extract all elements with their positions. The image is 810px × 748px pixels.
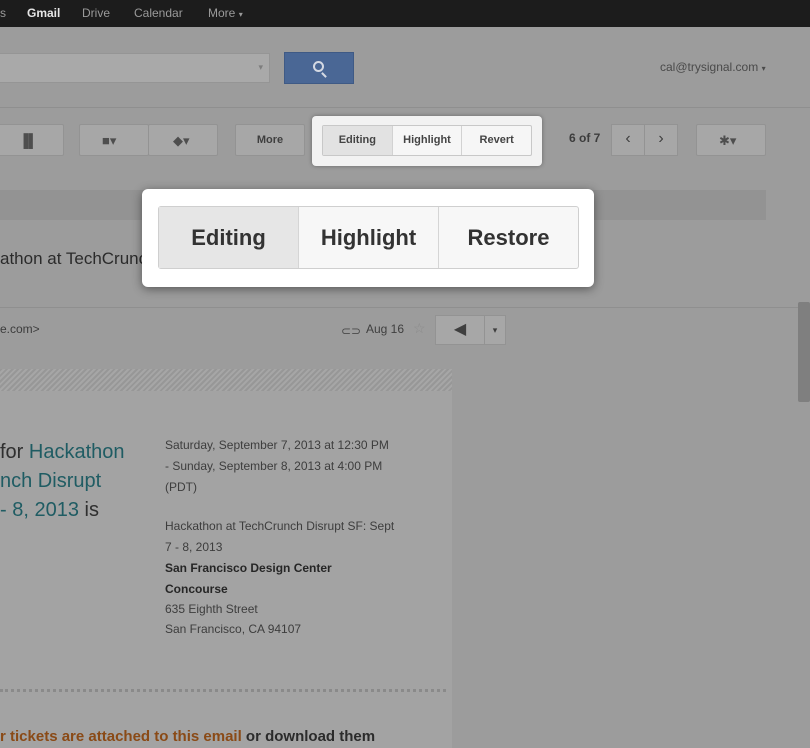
nav-more-label: More [208,6,236,20]
star-icon[interactable]: ☆ [413,320,426,337]
previous-message-button[interactable]: ‹ [611,124,645,156]
lead-line-3: - 8, 2013 is [0,496,125,525]
reply-icon: ◀ [453,321,467,338]
event-link[interactable]: - 8, 2013 [0,499,79,521]
event-what-line-2: 7 - 8, 2013 [165,540,223,554]
event-when-line-2: - Sunday, September 8, 2013 at 4:00 PM [165,459,383,473]
more-actions-button[interactable]: More [235,124,305,156]
event-when-line-3: (PDT) [165,480,197,494]
trash-icon: ▐▌ [19,133,38,148]
scrollbar[interactable] [798,302,810,402]
lead-text: for [0,441,29,463]
mode-toggle-popup-large: Editing Highlight Restore [142,189,594,287]
revert-button-small[interactable]: Revert [462,126,531,155]
highlight-button[interactable]: Highlight [299,207,439,268]
nav-more[interactable]: More ▾ [208,6,243,20]
lead-line-2: nch Disrupt [0,467,125,496]
more-actions-label: More [256,134,284,146]
divider [0,107,810,108]
event-city: San Francisco, CA 94107 [165,622,302,636]
tickets-link[interactable]: r tickets are attached to this email [0,728,242,745]
next-message-button[interactable]: › [644,124,678,156]
account-email: cal@trysignal.com [660,60,759,74]
reply-button[interactable]: ◀ [435,315,485,345]
message-pager-count: 6 of 7 [569,131,601,145]
editing-button-small[interactable]: Editing [323,126,393,155]
move-to-button[interactable]: ■▾ [79,124,149,156]
event-venue-line-2: Concourse [165,582,228,596]
event-link[interactable]: nch Disrupt [0,470,101,492]
mode-button-group-large: Editing Highlight Restore [158,206,579,269]
chevron-down-icon: ▾ [492,325,498,335]
tickets-rest: or download them [241,728,376,745]
lead-line-1: for Hackathon [0,438,125,467]
chevron-down-icon: ▾ [761,64,766,73]
message-date: Aug 16 [366,322,405,336]
chevron-down-icon[interactable]: ▾ [258,62,263,73]
labels-button[interactable]: ◆▾ [148,124,218,156]
nav-drive[interactable]: Drive [82,6,110,20]
event-what-line-1: Hackathon at TechCrunch Disrupt SF: Sept [165,519,395,533]
mode-button-group-small: Editing Highlight Revert [322,125,532,156]
sender-address: e.com> [0,322,40,336]
mode-toggle-popup-small: Editing Highlight Revert [312,116,542,166]
lead-text: is [78,499,99,521]
chevron-left-icon: ‹ [625,130,631,147]
dotted-divider [0,689,446,692]
account-menu[interactable]: cal@trysignal.com ▾ [660,60,766,74]
highlight-button-small[interactable]: Highlight [393,126,463,155]
label-icon: ◆▾ [173,133,190,148]
search-input[interactable]: ▾ [0,53,270,83]
settings-button[interactable]: ✱▾ [696,124,766,156]
top-navigation-bar: s Gmail Drive Calendar More ▾ [0,0,810,27]
event-link[interactable]: Hackathon [29,441,125,463]
chevron-right-icon: › [658,130,664,147]
search-icon [313,61,324,72]
nav-calendar[interactable]: Calendar [134,6,183,20]
card-header-stripes [0,369,452,391]
message-subject: athon at TechCrunch [0,249,157,268]
folder-icon: ■▾ [102,133,117,148]
chevron-down-icon: ▾ [238,10,243,19]
editing-button[interactable]: Editing [159,207,299,268]
nav-partial-link[interactable]: s [0,6,6,20]
event-lead-text: for Hackathon nch Disrupt - 8, 2013 is [0,438,125,525]
nav-gmail[interactable]: Gmail [27,6,60,20]
reply-options-button[interactable]: ▾ [484,315,506,345]
event-venue-line-1: San Francisco Design Center [165,561,332,575]
restore-button[interactable]: Restore [439,207,578,268]
delete-button[interactable]: ▐▌ [0,124,64,156]
event-when-line-1: Saturday, September 7, 2013 at 12:30 PM [165,438,389,452]
tickets-line: r tickets are attached to this email or … [0,728,375,745]
gear-icon: ✱▾ [719,133,737,148]
attachment-icon: ⊂⊃ [341,324,362,338]
event-street: 635 Eighth Street [165,602,258,616]
divider [0,307,810,308]
search-button[interactable] [284,52,354,84]
